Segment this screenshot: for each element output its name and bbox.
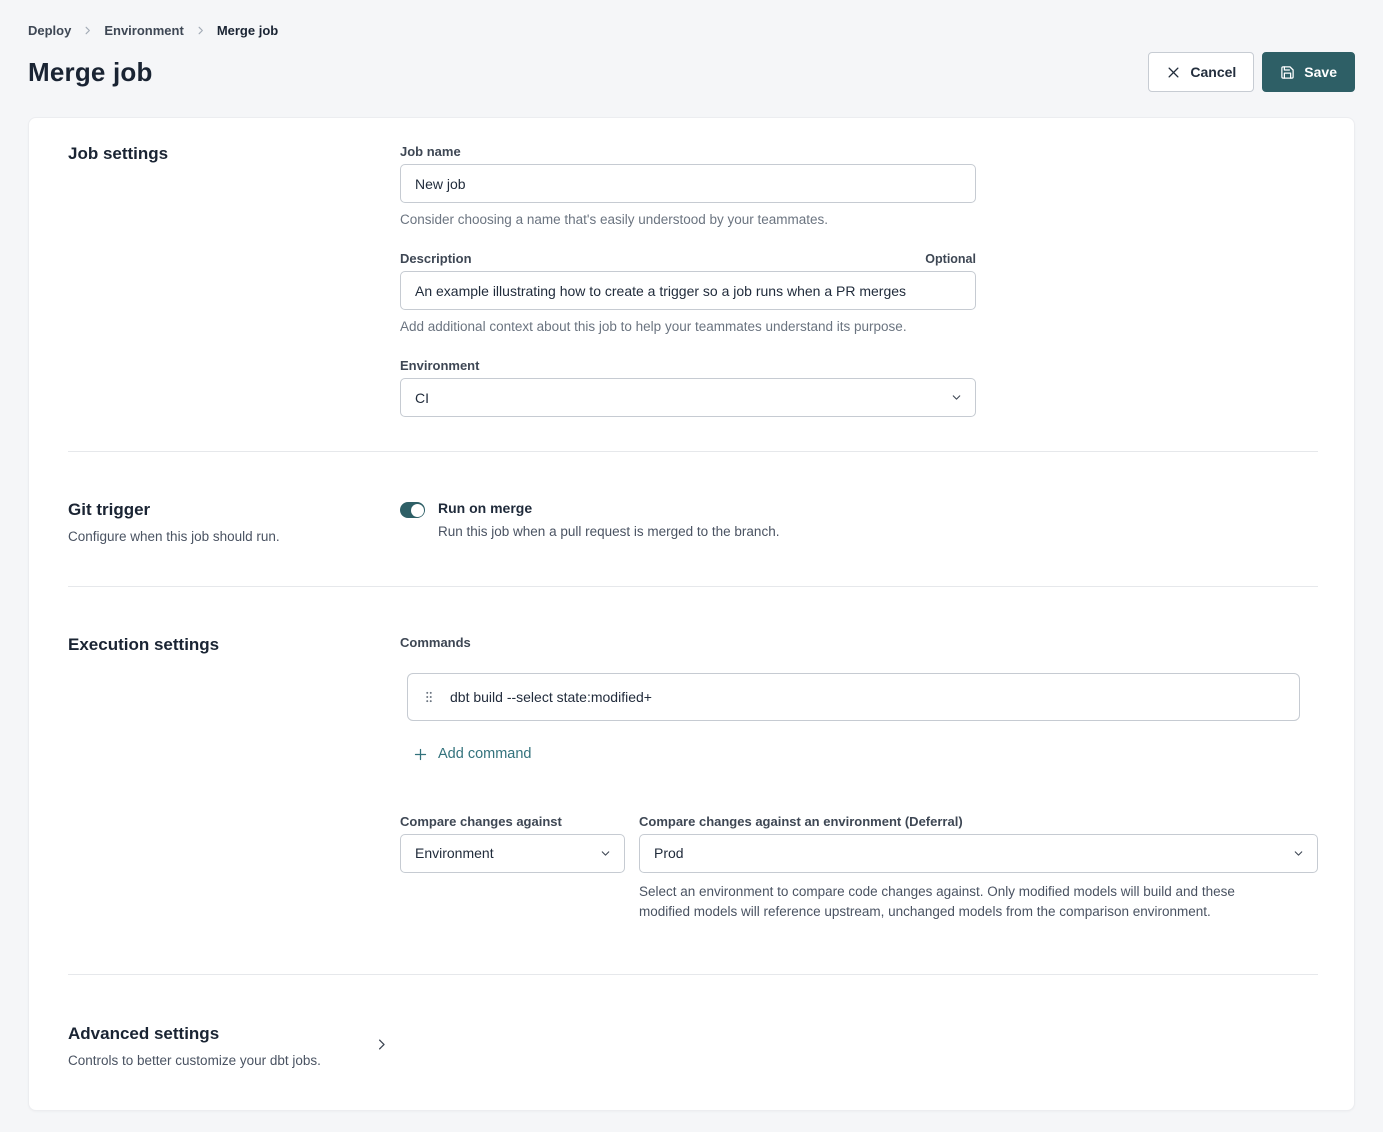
description-optional-tag: Optional [925,252,976,266]
add-command-button[interactable]: Add command [413,746,532,762]
command-input[interactable]: dbt build --select state:modified+ [450,689,652,705]
commands-label: Commands [400,635,1318,650]
close-icon [1166,65,1181,80]
compare-changes-field: Compare changes against Environment [400,814,625,923]
environment-field: Environment CI [400,358,976,417]
compare-changes-select[interactable]: Environment [400,834,625,873]
cancel-button[interactable]: Cancel [1148,52,1254,92]
save-button[interactable]: Save [1262,52,1355,92]
run-on-merge-toggle[interactable] [400,502,425,518]
plus-icon [413,747,428,762]
run-on-merge-description: Run this job when a pull request is merg… [438,524,779,539]
breadcrumb: Deploy Environment Merge job [28,0,1355,38]
description-label: Description [400,251,472,266]
compare-changes-label: Compare changes against [400,814,625,829]
git-trigger-heading: Git trigger [68,500,400,520]
environment-select[interactable]: CI [400,378,976,417]
description-field: Description Optional Add additional cont… [400,251,976,334]
breadcrumb-merge-job: Merge job [217,23,278,38]
chevron-right-icon [82,25,93,36]
job-name-input[interactable] [400,164,976,203]
compare-row: Compare changes against Environment Comp… [400,814,1318,923]
environment-label: Environment [400,358,976,373]
expand-advanced-chevron-right-icon[interactable] [374,1037,389,1052]
execution-settings-heading: Execution settings [68,635,400,655]
job-settings-card: Job settings Job name Consider choosing … [28,117,1355,1111]
toggle-knob [411,504,424,517]
header-actions: Cancel Save [1148,52,1355,92]
advanced-settings-heading: Advanced settings [68,1024,400,1044]
save-button-label: Save [1304,64,1337,80]
page-header: Merge job Cancel Save [28,52,1355,92]
job-name-helper: Consider choosing a name that's easily u… [400,212,976,227]
breadcrumb-deploy[interactable]: Deploy [28,23,71,38]
section-execution-settings: Execution settings Commands dbt build --… [68,587,1318,974]
deferral-field: Compare changes against an environment (… [639,814,1318,923]
command-row: dbt build --select state:modified+ [407,673,1300,721]
description-input[interactable] [400,271,976,310]
run-on-merge-row: Run on merge Run this job when a pull re… [400,500,1318,539]
section-git-trigger: Git trigger Configure when this job shou… [68,452,1318,586]
job-settings-heading: Job settings [68,144,400,164]
git-trigger-subheading: Configure when this job should run. [68,529,400,544]
run-on-merge-label: Run on merge [438,500,779,516]
save-icon [1280,65,1295,80]
job-name-label: Job name [400,144,976,159]
add-command-label: Add command [438,746,532,762]
chevron-right-icon [195,25,206,36]
breadcrumb-environment[interactable]: Environment [104,23,183,38]
deferral-label: Compare changes against an environment (… [639,814,1318,829]
section-advanced-settings: Advanced settings Controls to better cus… [68,975,1318,1110]
description-helper: Add additional context about this job to… [400,319,976,334]
page-title: Merge job [28,57,153,88]
section-job-settings: Job settings Job name Consider choosing … [68,118,1318,451]
cancel-button-label: Cancel [1190,64,1236,80]
job-name-field: Job name Consider choosing a name that's… [400,144,976,227]
deferral-helper: Select an environment to compare code ch… [639,882,1289,923]
deferral-select[interactable]: Prod [639,834,1318,873]
advanced-settings-subheading: Controls to better customize your dbt jo… [68,1053,400,1068]
merge-job-page: Deploy Environment Merge job Merge job C… [0,0,1383,1111]
drag-handle-icon[interactable] [418,686,440,708]
